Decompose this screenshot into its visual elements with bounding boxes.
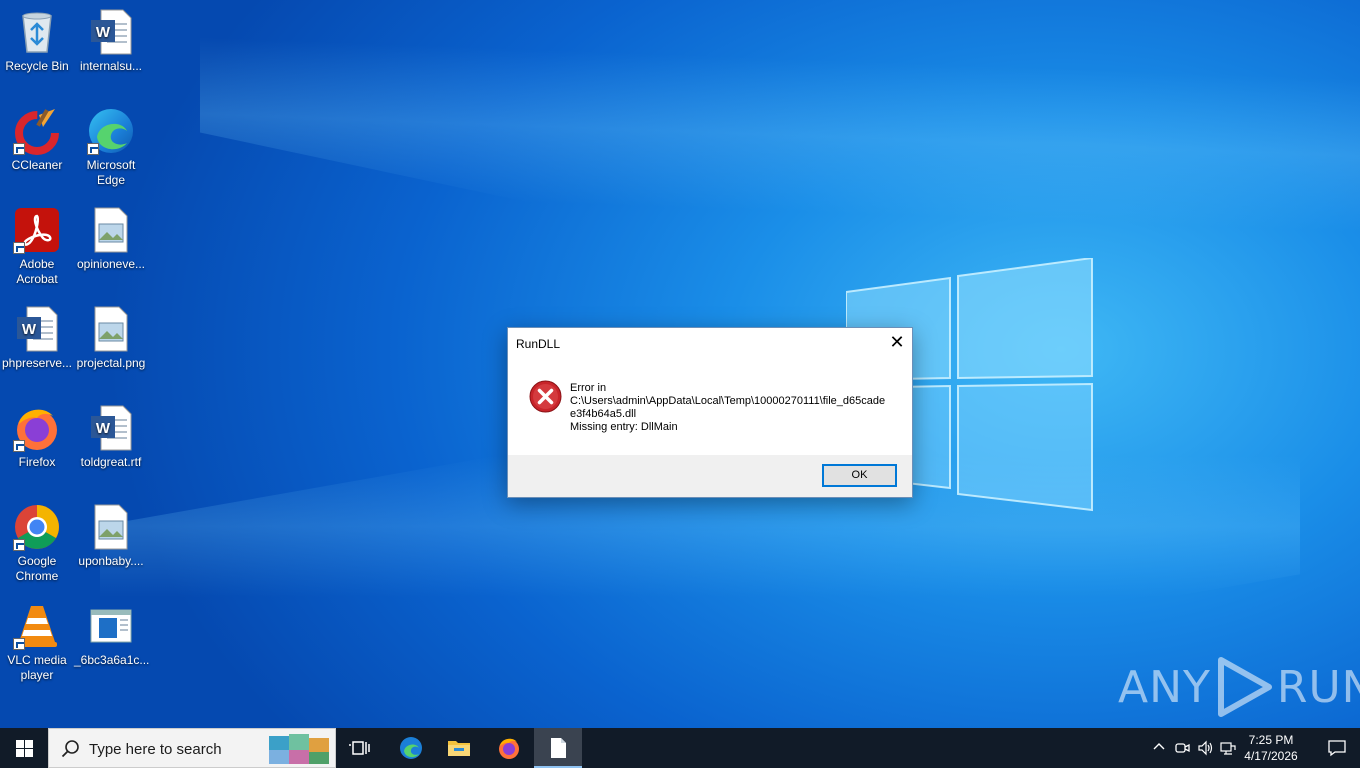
icon-label: CCleaner [11, 158, 63, 172]
watermark-text-any: ANY [1118, 661, 1211, 713]
acrobat-icon [13, 206, 61, 254]
svg-text:W: W [22, 321, 37, 338]
error-line-path: C:\Users\admin\AppData\Local\Temp\100002… [570, 395, 886, 420]
taskbar-edge-button[interactable] [387, 728, 435, 768]
icon-label: toldgreat.rtf [80, 455, 142, 469]
task-view-button[interactable] [336, 728, 384, 768]
shortcut-arrow-icon [13, 143, 25, 155]
dialog-body: Error in C:\Users\admin\AppData\Local\Te… [508, 358, 912, 456]
svg-text:W: W [96, 420, 111, 437]
word-document-icon: W [87, 404, 135, 452]
image-file-icon [87, 206, 135, 254]
icon-label: Microsoft Edge [86, 158, 136, 187]
chevron-up-icon[interactable] [1152, 740, 1166, 754]
shortcut-arrow-icon [13, 440, 25, 452]
desktop-icon-firefox[interactable]: Firefox [0, 404, 74, 470]
network-icon[interactable] [1220, 740, 1236, 756]
icon-label: Firefox [18, 455, 56, 469]
icon-label: internalsu... [79, 59, 143, 73]
document-icon [551, 738, 566, 758]
desktop: Recycle Bin W internalsu... CCleaner Mic… [0, 0, 1360, 728]
windows-start-icon [16, 740, 33, 757]
shortcut-arrow-icon [13, 539, 25, 551]
icon-label: Google Chrome [15, 554, 59, 583]
icon-label: Recycle Bin [5, 59, 69, 73]
dialog-title: RunDLL [516, 337, 561, 351]
desktop-icon-toldgreat[interactable]: W toldgreat.rtf [74, 404, 148, 470]
notification-center-button[interactable] [1316, 728, 1360, 768]
desktop-icon-edge[interactable]: Microsoft Edge [74, 107, 148, 188]
search-icon [61, 740, 79, 758]
error-line-entry: Missing entry: DllMain [570, 421, 678, 433]
error-message: Error in C:\Users\admin\AppData\Local\Te… [570, 382, 890, 434]
chrome-icon [13, 503, 61, 551]
watermark-text-run: RUN [1276, 661, 1360, 713]
taskbar-file-explorer-button[interactable] [435, 728, 483, 768]
play-triangle-icon [1217, 657, 1272, 717]
vlc-icon [13, 602, 61, 650]
recycle-bin-icon [13, 8, 61, 56]
desktop-icon-chrome[interactable]: Google Chrome [0, 503, 74, 584]
system-tray [1148, 728, 1240, 768]
image-file-icon [87, 503, 135, 551]
svg-text:W: W [96, 24, 111, 41]
icon-label: Adobe Acrobat [16, 257, 58, 286]
taskbar-search-box[interactable]: Type here to search [48, 728, 336, 768]
word-document-icon: W [13, 305, 61, 353]
desktop-icon-uponbaby[interactable]: uponbaby.... [74, 503, 148, 569]
ok-button[interactable]: OK [822, 464, 897, 487]
start-button[interactable] [0, 728, 48, 768]
desktop-icon-acrobat[interactable]: Adobe Acrobat [0, 206, 74, 287]
search-highlight-puzzle-icon [269, 734, 329, 764]
desktop-icon-projectal[interactable]: projectal.png [74, 305, 148, 371]
edge-icon [87, 107, 135, 155]
icon-label: _6bc3a6a1c... [74, 653, 150, 667]
firefox-icon [499, 738, 519, 759]
dialog-footer: OK [508, 455, 912, 497]
shortcut-arrow-icon [87, 143, 99, 155]
close-icon: ✕ [889, 332, 905, 352]
task-view-icon [349, 741, 370, 755]
icon-label: VLC media player [7, 653, 67, 682]
icon-label: uponbaby.... [78, 554, 144, 568]
ccleaner-icon [13, 107, 61, 155]
desktop-icon-recycle-bin[interactable]: Recycle Bin [0, 8, 74, 74]
icon-label: opinioneve... [76, 257, 146, 271]
desktop-icon-phpreserve[interactable]: W phpreserve... [0, 305, 74, 371]
clock-time: 7:25 PM [1248, 733, 1294, 747]
image-file-icon [87, 305, 135, 353]
notification-icon [1328, 740, 1346, 757]
desktop-icon-ccleaner[interactable]: CCleaner [0, 107, 74, 173]
desktop-icon-opinioneve[interactable]: opinioneve... [74, 206, 148, 272]
desktop-icon-internalsu[interactable]: W internalsu... [74, 8, 148, 74]
taskbar-clock[interactable]: 7:25 PM 4/17/2026 [1240, 732, 1302, 764]
file-explorer-icon [448, 741, 470, 756]
edge-icon [400, 737, 422, 759]
taskbar-rundll-button[interactable] [534, 728, 582, 768]
error-icon [529, 380, 562, 413]
shortcut-arrow-icon [13, 638, 25, 650]
taskbar-firefox-button[interactable] [485, 728, 533, 768]
rundll-error-dialog: RunDLL ✕ Error in C:\Users\admin\AppData… [507, 327, 913, 498]
close-button[interactable]: ✕ [882, 328, 912, 358]
icon-label: projectal.png [76, 356, 146, 370]
word-document-icon: W [87, 8, 135, 56]
clock-date: 4/17/2026 [1244, 749, 1298, 763]
taskbar: Type here to search 7:25 PM 4/17/2026 [0, 728, 1360, 768]
icon-label: phpreserve... [1, 356, 73, 370]
search-placeholder: Type here to search [89, 741, 222, 758]
desktop-icon-6bc3a6a1c[interactable]: _6bc3a6a1c... [74, 602, 150, 668]
firefox-icon [13, 404, 61, 452]
shortcut-arrow-icon [13, 242, 25, 254]
meet-now-icon[interactable] [1174, 740, 1190, 756]
error-line-heading: Error in [570, 382, 607, 394]
blue-document-icon [87, 602, 135, 650]
anyrun-watermark: ANY RUN [1118, 656, 1360, 718]
volume-icon[interactable] [1198, 740, 1214, 756]
desktop-icon-vlc[interactable]: VLC media player [0, 602, 74, 683]
